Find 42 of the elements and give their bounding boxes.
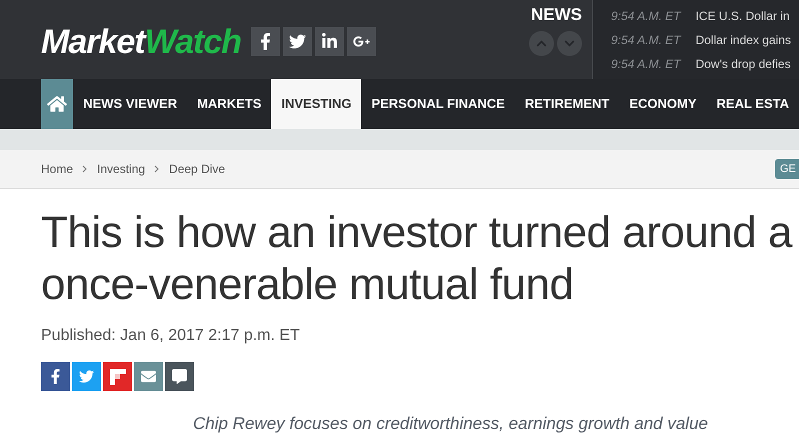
home-icon — [47, 94, 68, 114]
social-button[interactable] — [283, 27, 312, 56]
breadcrumb-link[interactable]: Home — [41, 160, 74, 178]
chevron-down-icon — [564, 38, 575, 49]
logo[interactable]: MarketWatch — [41, 24, 241, 58]
ticker-headline[interactable]: Dollar index gains — [696, 32, 791, 48]
social-button[interactable] — [315, 27, 344, 56]
flipboard-icon — [110, 368, 126, 384]
breadcrumb-link[interactable]: Deep Dive — [169, 160, 226, 178]
twitter-icon — [289, 33, 306, 50]
published-date: Published: Jan 6, 2017 2:17 p.m. ET — [41, 326, 301, 346]
comment-icon — [172, 369, 187, 384]
nav-tab[interactable]: NEWS VIEWER — [73, 79, 188, 129]
nav-tab[interactable]: ECONOMY — [619, 79, 707, 129]
nav-tab[interactable]: RETIREMENT — [514, 79, 620, 129]
nav-tab[interactable]: INVESTING — [271, 79, 362, 129]
social-button[interactable] — [347, 27, 376, 56]
share-button[interactable] — [165, 362, 194, 391]
latest-news-label: NEWS — [531, 6, 582, 23]
email-icon — [141, 369, 156, 384]
ticker-headline[interactable]: ICE U.S. Dollar in — [696, 8, 790, 24]
article-subtitle: Chip Rewey focuses on creditworthiness, earnings growth and value — [193, 413, 709, 435]
twitter-icon — [79, 369, 94, 384]
ticker-time: 9:54 A.M. ET — [611, 8, 681, 24]
ticker-time: 9:54 A.M. ET — [611, 32, 681, 48]
share-button[interactable] — [134, 362, 163, 391]
ticker-time: 9:54 A.M. ET — [611, 56, 681, 72]
home-button[interactable] — [41, 79, 74, 129]
breadcrumb-link[interactable]: Investing — [97, 160, 146, 178]
article-title: This is how an investor turned around a once-venerable mutual fund — [41, 207, 794, 311]
chevron-right-icon — [154, 165, 160, 173]
linkedin-icon — [321, 33, 338, 50]
ticker-headline[interactable]: Dow's drop defies — [696, 56, 791, 72]
breadcrumb-button[interactable]: GE — [775, 159, 799, 179]
social-button[interactable] — [251, 27, 280, 56]
nav-tab[interactable]: REAL ESTA — [706, 79, 799, 129]
share-button[interactable] — [41, 362, 70, 391]
nav-tab[interactable]: PERSONAL FINANCE — [361, 79, 515, 129]
share-button[interactable] — [103, 362, 132, 391]
chevron-right-icon — [82, 165, 88, 173]
chevron-up-icon — [536, 38, 547, 49]
nav-tab[interactable]: MARKETS — [187, 79, 272, 129]
